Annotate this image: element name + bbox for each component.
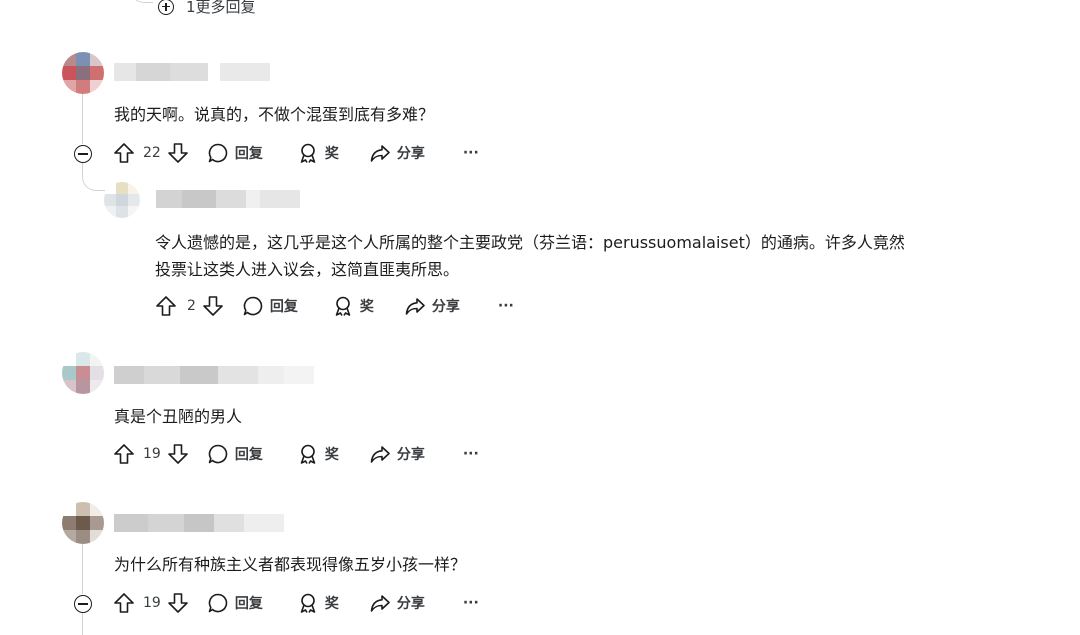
award-button[interactable]: 奖 bbox=[332, 295, 374, 317]
avatar[interactable] bbox=[62, 502, 104, 544]
award-label: 奖 bbox=[324, 596, 339, 612]
share-icon bbox=[370, 446, 390, 463]
comment-bubble-icon bbox=[208, 444, 228, 464]
thread-line bbox=[82, 92, 83, 144]
share-icon bbox=[405, 298, 425, 315]
award-label: 奖 bbox=[324, 447, 339, 463]
downvote-arrow-icon bbox=[168, 593, 188, 613]
upvote-arrow-icon bbox=[156, 296, 176, 316]
more-options-icon: ··· bbox=[462, 145, 479, 161]
username-blurred[interactable] bbox=[114, 514, 284, 532]
reply-button[interactable]: 回复 bbox=[207, 142, 263, 164]
downvote-button[interactable] bbox=[167, 592, 189, 614]
comment-text-line: 令人遗憾的是，这几乎是这个人所属的整个主要政党（芬兰语：perussuomala… bbox=[155, 233, 905, 252]
more-replies-link[interactable]: 1更多回复 bbox=[158, 0, 256, 17]
share-button[interactable]: 分享 bbox=[369, 142, 425, 164]
share-icon bbox=[370, 595, 390, 612]
reply-label: 回复 bbox=[234, 596, 263, 612]
vote-count: 2 bbox=[187, 298, 196, 314]
award-icon bbox=[300, 593, 316, 613]
more-options-button[interactable]: ··· bbox=[463, 145, 479, 161]
more-options-icon: ··· bbox=[497, 298, 514, 314]
downvote-arrow-icon bbox=[203, 296, 223, 316]
downvote-button[interactable] bbox=[167, 142, 189, 164]
reply-button[interactable]: 回复 bbox=[242, 295, 298, 317]
award-button[interactable]: 奖 bbox=[297, 142, 339, 164]
reply-label: 回复 bbox=[234, 447, 263, 463]
downvote-button[interactable] bbox=[167, 443, 189, 465]
comment-bubble-icon bbox=[243, 296, 263, 316]
share-button[interactable]: 分享 bbox=[369, 592, 425, 614]
plus-circle-icon bbox=[158, 0, 174, 15]
comment-bubble-icon bbox=[208, 143, 228, 163]
share-label: 分享 bbox=[396, 146, 425, 162]
more-options-button[interactable]: ··· bbox=[498, 298, 514, 314]
award-label: 奖 bbox=[324, 146, 339, 162]
more-options-icon: ··· bbox=[462, 595, 479, 611]
comment-text-line: 投票让这类人进入议会，这简直匪夷所思。 bbox=[155, 260, 460, 279]
comment-text: 真是个丑陋的男人 bbox=[114, 407, 243, 426]
award-icon bbox=[300, 143, 316, 163]
collapse-thread-button[interactable] bbox=[74, 595, 92, 613]
more-options-icon: ··· bbox=[462, 446, 479, 462]
vote-count: 19 bbox=[143, 595, 161, 611]
more-replies-label: 1更多回复 bbox=[186, 0, 256, 16]
more-options-button[interactable]: ··· bbox=[463, 595, 479, 611]
upvote-arrow-icon bbox=[114, 444, 134, 464]
comment-text: 我的天啊。说真的，不做个混蛋到底有多难？ bbox=[114, 105, 435, 124]
comment-bubble-icon bbox=[208, 593, 228, 613]
reply-button[interactable]: 回复 bbox=[207, 443, 263, 465]
award-label: 奖 bbox=[359, 299, 374, 315]
award-button[interactable]: 奖 bbox=[297, 443, 339, 465]
more-options-button[interactable]: ··· bbox=[463, 446, 479, 462]
share-label: 分享 bbox=[396, 447, 425, 463]
username-blurred[interactable] bbox=[114, 366, 314, 384]
reply-label: 回复 bbox=[269, 299, 298, 315]
avatar[interactable] bbox=[62, 352, 104, 394]
avatar[interactable] bbox=[104, 182, 140, 218]
award-button[interactable]: 奖 bbox=[297, 592, 339, 614]
upvote-button[interactable] bbox=[113, 142, 135, 164]
vote-count: 22 bbox=[143, 145, 161, 161]
share-label: 分享 bbox=[396, 596, 425, 612]
comment-actions: 19 回复 奖 分享 ··· bbox=[113, 442, 479, 466]
award-icon bbox=[300, 444, 316, 464]
upvote-button[interactable] bbox=[113, 592, 135, 614]
downvote-button[interactable] bbox=[202, 295, 224, 317]
vote-count: 19 bbox=[143, 446, 161, 462]
upvote-button[interactable] bbox=[113, 443, 135, 465]
thread-line bbox=[82, 613, 83, 635]
comment-text: 为什么所有种族主义者都表现得像五岁小孩一样？ bbox=[114, 555, 467, 574]
comment-actions: 19 回复 奖 分享 ··· bbox=[113, 591, 479, 615]
avatar[interactable] bbox=[62, 52, 104, 94]
reply-button[interactable]: 回复 bbox=[207, 592, 263, 614]
share-button[interactable]: 分享 bbox=[404, 295, 460, 317]
comment-actions: 2 回复 奖 分享 ··· bbox=[155, 294, 514, 318]
downvote-arrow-icon bbox=[168, 444, 188, 464]
share-label: 分享 bbox=[431, 299, 460, 315]
share-icon bbox=[370, 145, 390, 162]
upvote-arrow-icon bbox=[114, 143, 134, 163]
downvote-arrow-icon bbox=[168, 143, 188, 163]
collapse-thread-button[interactable] bbox=[74, 145, 92, 163]
upvote-button[interactable] bbox=[155, 295, 177, 317]
thread-connector bbox=[130, 0, 153, 3]
thread-connector bbox=[82, 170, 105, 191]
username-blurred[interactable] bbox=[156, 190, 300, 208]
award-icon bbox=[335, 296, 351, 316]
share-button[interactable]: 分享 bbox=[369, 443, 425, 465]
upvote-arrow-icon bbox=[114, 593, 134, 613]
comment-actions: 22 回复 奖 分享 ··· bbox=[113, 141, 479, 165]
username-blurred[interactable] bbox=[114, 63, 270, 81]
thread-line bbox=[82, 542, 83, 594]
reply-label: 回复 bbox=[234, 146, 263, 162]
